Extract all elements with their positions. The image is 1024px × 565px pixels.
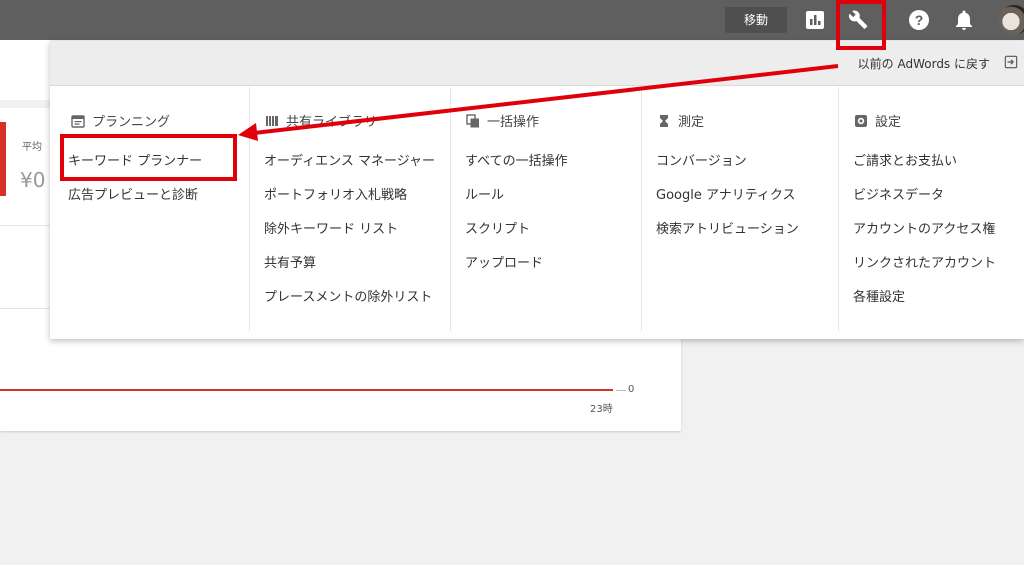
menu-item-preferences[interactable]: 各種設定 bbox=[853, 286, 905, 305]
highlight-box-tools bbox=[836, 0, 886, 50]
highlight-box-keyword-planner bbox=[60, 134, 237, 181]
avatar[interactable] bbox=[999, 5, 1024, 35]
divider bbox=[0, 225, 50, 226]
tools-menu: 以前の AdWords に戻す プランニング キーワード プランナー 広告プレビ… bbox=[50, 41, 1024, 339]
metric-color-bar bbox=[0, 122, 6, 196]
menu-item-account-access[interactable]: アカウントのアクセス権 bbox=[853, 218, 995, 237]
chart-y-tick-label: 0 bbox=[628, 384, 635, 395]
column-title: 設定 bbox=[875, 115, 902, 130]
divider bbox=[0, 308, 50, 309]
chart-x-tick-label: 23時 bbox=[590, 404, 613, 415]
menu-item-scripts[interactable]: スクリプト bbox=[465, 218, 530, 237]
page-header-area bbox=[0, 40, 50, 100]
menu-item-google-analytics[interactable]: Google アナリティクス bbox=[656, 184, 796, 203]
menu-item-ad-preview[interactable]: 広告プレビューと診断 bbox=[68, 184, 198, 203]
hourglass-icon bbox=[660, 114, 668, 127]
svg-text:?: ? bbox=[915, 12, 924, 28]
column-heading: 一括操作 bbox=[465, 111, 539, 130]
menu-column-measurement: 測定 コンバージョン Google アナリティクス 検索アトリビューション bbox=[641, 87, 839, 331]
menu-item-negative-keyword-lists[interactable]: 除外キーワード リスト bbox=[264, 218, 398, 237]
menu-item-uploads[interactable]: アップロード bbox=[465, 252, 543, 271]
menu-item-all-bulk-actions[interactable]: すべての一括操作 bbox=[465, 150, 568, 169]
calendar-icon bbox=[71, 114, 85, 128]
column-heading: 設定 bbox=[853, 111, 901, 130]
back-to-previous-adwords-link[interactable]: 以前の AdWords に戻す bbox=[858, 55, 990, 72]
column-title: 一括操作 bbox=[487, 115, 540, 130]
bell-icon[interactable] bbox=[952, 8, 976, 32]
column-title: 共有ライブラリ bbox=[286, 115, 378, 130]
metric-value: ¥0 bbox=[20, 168, 46, 192]
exit-icon[interactable] bbox=[1004, 55, 1018, 69]
chart-axis-tick bbox=[616, 390, 626, 391]
menu-column-shared-library: 共有ライブラリ オーディエンス マネージャー ポートフォリオ入札戦略 除外キーワ… bbox=[249, 87, 451, 331]
menu-item-audience-manager[interactable]: オーディエンス マネージャー bbox=[264, 150, 435, 169]
menu-item-portfolio-bidding[interactable]: ポートフォリオ入札戦略 bbox=[264, 184, 407, 203]
help-icon[interactable]: ? bbox=[907, 8, 931, 32]
copy-icon bbox=[466, 113, 479, 127]
menu-item-search-attribution[interactable]: 検索アトリビューション bbox=[656, 218, 799, 237]
menu-column-bulk-actions: 一括操作 すべての一括操作 ルール スクリプト アップロード bbox=[450, 87, 642, 331]
menu-column-settings: 設定 ご請求とお支払い ビジネスデータ アカウントのアクセス権 リンクされたアカ… bbox=[838, 87, 1024, 331]
menu-item-shared-budgets[interactable]: 共有予算 bbox=[264, 252, 316, 271]
column-heading: 共有ライブラリ bbox=[264, 111, 377, 130]
menu-column-planning: プランニング キーワード プランナー 広告プレビューと診断 bbox=[50, 87, 249, 331]
chart-series-line bbox=[0, 389, 613, 391]
menu-item-business-data[interactable]: ビジネスデータ bbox=[853, 184, 944, 203]
menu-item-linked-accounts[interactable]: リンクされたアカウント bbox=[853, 252, 996, 271]
metric-label: 平均 bbox=[22, 142, 42, 153]
library-icon bbox=[266, 115, 278, 126]
column-title: プランニング bbox=[92, 115, 171, 130]
menu-item-conversions[interactable]: コンバージョン bbox=[656, 150, 747, 169]
go-to-button[interactable]: 移動 bbox=[725, 7, 787, 33]
menu-item-rules[interactable]: ルール bbox=[465, 184, 504, 203]
menu-item-billing[interactable]: ご請求とお支払い bbox=[853, 150, 957, 169]
gear-icon bbox=[855, 114, 867, 127]
column-heading: プランニング bbox=[70, 111, 170, 130]
column-title: 測定 bbox=[678, 115, 705, 130]
reports-icon[interactable] bbox=[803, 8, 827, 32]
menu-item-placement-exclusions[interactable]: プレースメントの除外リスト bbox=[264, 286, 432, 305]
column-heading: 測定 bbox=[656, 111, 704, 130]
